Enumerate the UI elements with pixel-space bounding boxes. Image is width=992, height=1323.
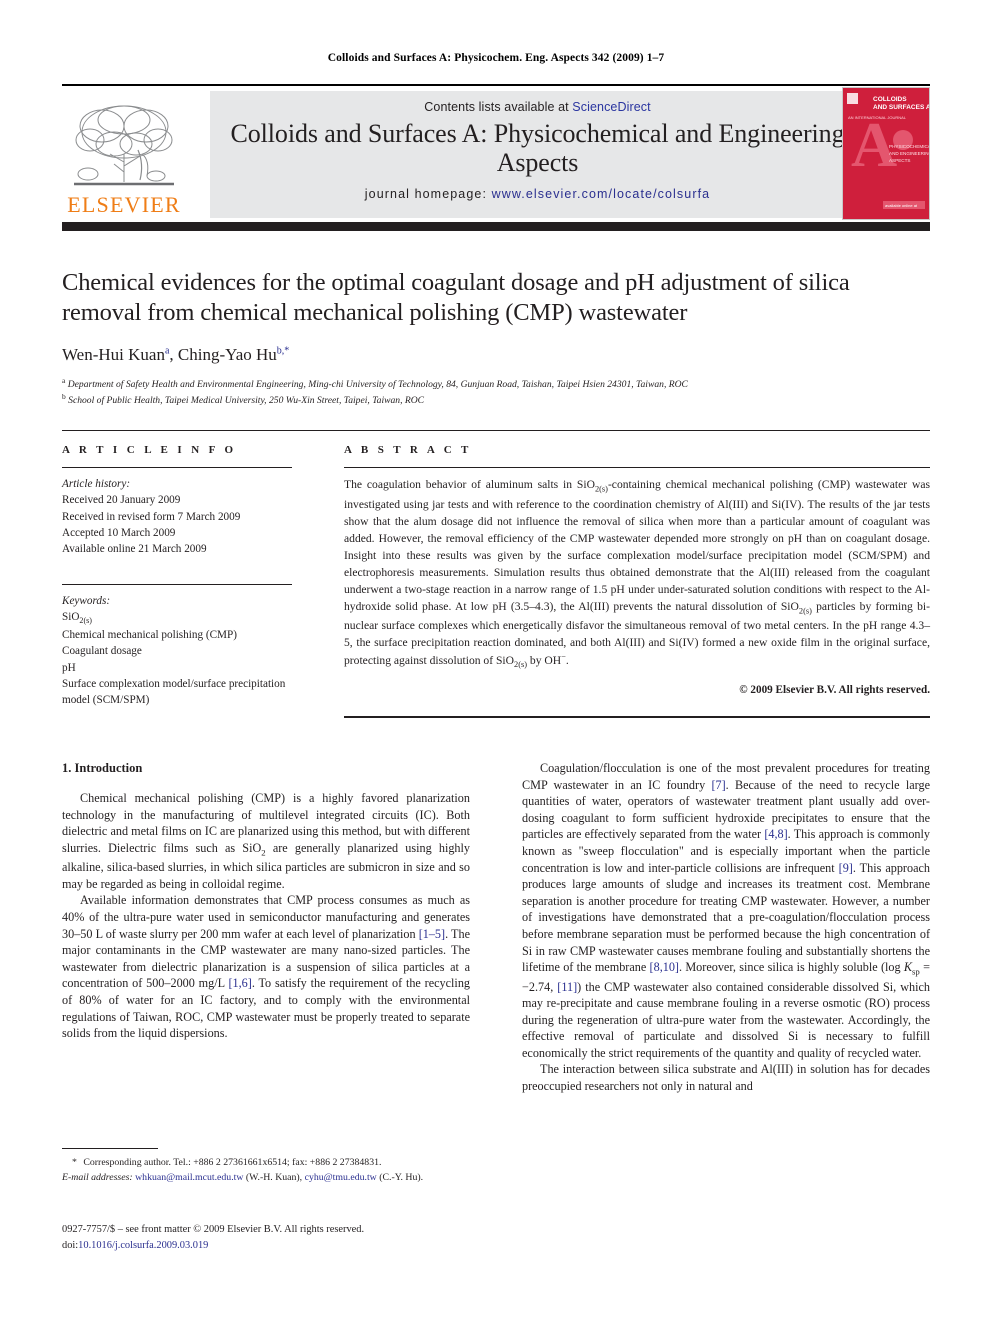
corresponding-text: Corresponding author. Tel.: +886 2 27361… xyxy=(83,1157,382,1168)
masthead-top-rule xyxy=(62,84,930,86)
paragraph: Chemical mechanical polishing (CMP) is a… xyxy=(62,791,470,891)
author-2-mark: b,* xyxy=(276,345,290,357)
corresponding-author-footnote: * Corresponding author. Tel.: +886 2 273… xyxy=(62,1156,470,1185)
affiliation-a-text: Department of Safety Health and Environm… xyxy=(67,378,688,390)
sciencedirect-link[interactable]: ScienceDirect xyxy=(572,100,650,114)
affiliation-b-mark: b xyxy=(62,391,66,401)
article-info-rule xyxy=(62,467,292,468)
abstract-panel: A B S T R A C T The coagulation behavior… xyxy=(344,444,930,696)
title-block: Chemical evidences for the optimal coagu… xyxy=(62,268,930,408)
abstract-bottom-rule xyxy=(344,716,930,718)
homepage-prefix: journal homepage: xyxy=(364,186,492,201)
svg-text:COLLOIDS: COLLOIDS xyxy=(873,96,907,103)
journal-homepage-line: journal homepage: www.elsevier.com/locat… xyxy=(210,187,865,201)
elsevier-tree-icon xyxy=(70,100,178,192)
author-1-mark: a xyxy=(164,345,170,357)
journal-banner: Contents lists available at ScienceDirec… xyxy=(210,91,865,218)
abstract-text: The coagulation behavior of aluminum sal… xyxy=(344,478,930,670)
footnote-rule xyxy=(62,1148,158,1149)
running-head: Colloids and Surfaces A: Physicochem. En… xyxy=(327,52,665,64)
elsevier-wordmark: ELSEVIER xyxy=(67,192,181,217)
author-2-name: Ching-Yao Hu xyxy=(177,344,277,364)
email-link-1[interactable]: whkuan@mail.mcut.edu.tw xyxy=(135,1172,243,1183)
article-info-panel: A R T I C L E I N F O Article history: R… xyxy=(62,444,292,709)
email-owner-2: (C.-Y. Hu). xyxy=(379,1171,424,1183)
affiliation-a: a Department of Safety Health and Enviro… xyxy=(62,376,930,392)
paragraph: Coagulation/flocculation is one of the m… xyxy=(522,761,931,1060)
body-column-right: Coagulation/flocculation is one of the m… xyxy=(522,760,930,1095)
article-history: Article history: Received 20 January 200… xyxy=(62,476,292,558)
doi-label: doi: xyxy=(62,1239,79,1251)
keyword-item: Surface complexation model/surface preci… xyxy=(62,678,286,707)
abstract-heading: A B S T R A C T xyxy=(344,444,472,456)
affiliation-b: b School of Public Health, Taipei Medica… xyxy=(62,392,930,408)
keyword-item: SiO2(s) xyxy=(62,611,92,626)
history-item: Accepted 10 March 2009 xyxy=(62,527,176,540)
keyword-item: Chemical mechanical polishing (CMP) xyxy=(62,629,237,642)
email-link-2[interactable]: cyhu@tmu.edu.tw xyxy=(305,1172,377,1183)
section-heading-introduction: 1. Introduction xyxy=(62,761,143,775)
journal-homepage-link[interactable]: www.elsevier.com/locate/colsurfa xyxy=(492,187,711,201)
corresponding-line: * Corresponding author. Tel.: +886 2 273… xyxy=(62,1156,470,1171)
paragraph: The interaction between silica substrate… xyxy=(522,1062,930,1094)
keyword-item: Coagulant dosage xyxy=(62,645,142,658)
imprint-block: 0927-7757/$ – see front matter © 2009 El… xyxy=(62,1222,532,1253)
svg-text:available online at: available online at xyxy=(885,203,918,208)
abstract-rule xyxy=(344,467,930,468)
footnote-star: * xyxy=(72,1157,77,1168)
abstract-copyright: © 2009 Elsevier B.V. All rights reserved… xyxy=(739,683,930,696)
history-item: Received in revised form 7 March 2009 xyxy=(62,510,241,523)
doi-line: doi:10.1016/j.colsurfa.2009.03.019 xyxy=(62,1238,532,1254)
keyword-item: pH xyxy=(62,661,76,674)
info-section-top-rule xyxy=(62,430,930,431)
author-1-name: Wen-Hui Kuan xyxy=(62,344,165,364)
keywords-list: Keywords: SiO2(s) Chemical mechanical po… xyxy=(62,593,292,709)
affiliations: a Department of Safety Health and Enviro… xyxy=(62,376,930,408)
keywords-block: Keywords: SiO2(s) Chemical mechanical po… xyxy=(62,583,292,709)
author-list: Wen-Hui Kuana, Ching-Yao Hub,* xyxy=(62,344,290,364)
email-lines: E-mail addresses: whkuan@mail.mcut.edu.t… xyxy=(62,1171,470,1186)
article-history-label: Article history: xyxy=(62,478,131,490)
body-column-left: 1. Introduction Chemical mechanical poli… xyxy=(62,760,470,1042)
svg-text:PHYSICOCHEMICAL: PHYSICOCHEMICAL xyxy=(889,144,929,149)
history-item: Available online 21 March 2009 xyxy=(62,543,207,556)
keywords-rule xyxy=(62,583,292,585)
history-item: Received 20 January 2009 xyxy=(62,494,181,507)
journal-cover-thumbnail: COLLOIDS AND SURFACES A AN INTERNATIONAL… xyxy=(842,87,930,220)
email-label: E-mail addresses: xyxy=(62,1171,133,1183)
keywords-label: Keywords: xyxy=(62,594,111,607)
masthead-bottom-bar xyxy=(62,222,930,231)
doi-link[interactable]: 10.1016/j.colsurfa.2009.03.019 xyxy=(78,1240,208,1251)
svg-text:ASPECTS: ASPECTS xyxy=(889,158,910,163)
journal-masthead: ELSEVIER Contents lists available at Sci… xyxy=(62,84,930,231)
article-page: Colloids and Surfaces A: Physicochem. En… xyxy=(0,0,992,1323)
email-owner-1: (W.-H. Kuan), xyxy=(245,1171,303,1183)
paragraph: Available information demonstrates that … xyxy=(62,893,471,1041)
elsevier-logo: ELSEVIER xyxy=(62,90,186,216)
issn-line: 0927-7757/$ – see front matter © 2009 El… xyxy=(62,1224,365,1235)
page-title: Chemical evidences for the optimal coagu… xyxy=(62,269,850,327)
affiliation-a-mark: a xyxy=(62,375,66,385)
affiliation-b-text: School of Public Health, Taipei Medical … xyxy=(68,395,425,407)
svg-text:AND ENGINEERING: AND ENGINEERING xyxy=(889,151,929,156)
article-info-heading: A R T I C L E I N F O xyxy=(62,444,237,456)
contents-available-line: Contents lists available at ScienceDirec… xyxy=(210,91,865,114)
contents-prefix: Contents lists available at xyxy=(424,100,573,114)
journal-title: Colloids and Surfaces A: Physicochemical… xyxy=(230,119,845,178)
